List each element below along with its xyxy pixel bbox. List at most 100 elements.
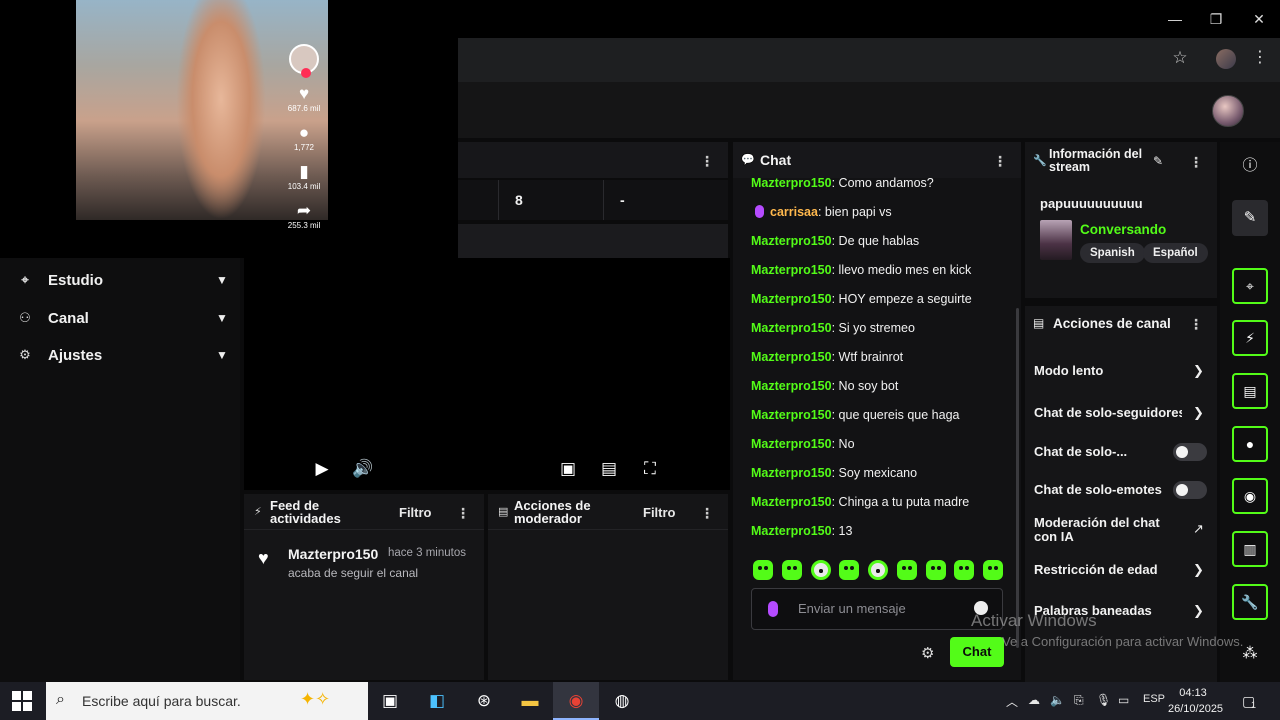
chrome-taskbar-button[interactable]: ◉ (553, 682, 599, 720)
chat-username[interactable]: carrisaa (770, 205, 818, 219)
tray-chevron-icon[interactable]: ︿ (1006, 693, 1018, 710)
emote-icon[interactable] (753, 560, 773, 580)
subs-only-toggle[interactable] (1173, 443, 1207, 461)
bolt-icon[interactable]: ⚡ (1232, 320, 1268, 356)
feed-event-user[interactable]: Mazterpro150 (288, 546, 378, 562)
chat-scrollbar[interactable] (1016, 308, 1019, 648)
file-explorer-icon[interactable]: ▬ (518, 689, 542, 713)
emote-icon[interactable] (896, 560, 917, 580)
browser-address-bar[interactable] (458, 38, 1280, 82)
bookmark-star-icon[interactable]: ☆ (1170, 48, 1190, 68)
url-field[interactable] (458, 44, 1158, 76)
moderator-filter-button[interactable]: Filtro (643, 505, 676, 520)
action-modo-lento[interactable]: Modo lento (1034, 364, 1209, 378)
chatgpt-icon[interactable]: ⊛ (472, 689, 496, 713)
emote-icon[interactable] (983, 560, 1003, 580)
obs-icon[interactable]: ◍ (610, 689, 634, 713)
share-icon: ➦ (296, 201, 312, 220)
layout-icon[interactable]: ▥ (1232, 531, 1268, 567)
minimize-button[interactable]: — (1163, 8, 1187, 30)
chevron-down-icon: ▼ (216, 273, 228, 287)
stream-tag[interactable]: Español (1143, 243, 1208, 263)
chevron-right-icon[interactable]: ❯ (1193, 562, 1204, 578)
browser-profile-avatar[interactable] (1216, 49, 1236, 69)
chat-username[interactable]: Mazterpro150 (751, 234, 832, 248)
chevron-right-icon[interactable]: ❯ (1193, 405, 1204, 421)
chat-bubble-icon: 💬 (741, 154, 755, 166)
moderator-menu-icon[interactable]: ⋮ (700, 505, 714, 521)
feed-filter-button[interactable]: Filtro (399, 505, 432, 520)
edit-pencil-icon[interactable]: ✎ (1153, 154, 1163, 168)
speaker-icon[interactable]: 🔈 (1050, 693, 1065, 707)
feed-menu-icon[interactable]: ⋮ (456, 505, 470, 521)
chat-username[interactable]: Mazterpro150 (751, 524, 832, 538)
action-age-restriction[interactable]: Restricción de edad (1034, 563, 1209, 577)
chat-menu-icon[interactable]: ⋮ (993, 153, 1007, 169)
sidebar-item-canal[interactable]: ⚇ Canal ▼ (18, 305, 230, 331)
chat-username[interactable]: Mazterpro150 (751, 437, 832, 451)
mic-icon[interactable] (768, 601, 778, 617)
chat-username[interactable]: Mazterpro150 (751, 176, 832, 190)
stats-menu-icon[interactable]: ⋮ (700, 153, 714, 169)
creator-avatar (289, 44, 319, 78)
channel-actions-menu-icon[interactable]: ⋮ (1189, 316, 1203, 332)
stream-tag[interactable]: Spanish (1080, 243, 1145, 263)
emote-icon[interactable] (925, 560, 946, 580)
emote-icon[interactable] (781, 560, 802, 580)
document-icon[interactable]: ▤ (1232, 373, 1268, 409)
chat-username[interactable]: Mazterpro150 (751, 350, 832, 364)
external-link-icon[interactable]: ↗ (1193, 521, 1204, 537)
close-window-button[interactable]: ✕ (1247, 8, 1271, 30)
chat-username[interactable]: Mazterpro150 (751, 495, 832, 509)
emote-icon[interactable] (810, 560, 831, 580)
emote-icon[interactable] (839, 560, 860, 580)
emotes-only-toggle[interactable] (1173, 481, 1207, 499)
focus-icon[interactable]: ⌖ (1232, 268, 1268, 304)
sidebar-item-estudio[interactable]: ⌖ Estudio ▼ (18, 267, 230, 293)
wrench-icon[interactable]: 🔧 (1232, 584, 1268, 620)
chat-settings-icon[interactable]: ⚙ (921, 644, 934, 662)
task-view-icon[interactable]: ▣ (378, 689, 402, 713)
chat-username[interactable]: Mazterpro150 (751, 408, 832, 422)
send-chat-button[interactable]: Chat (950, 637, 1004, 667)
chat-username[interactable]: Mazterpro150 (751, 263, 832, 277)
edit-pencil-icon[interactable]: ✎ (1232, 200, 1268, 236)
chat-username[interactable]: Mazterpro150 (751, 379, 832, 393)
emote-icon[interactable] (954, 560, 975, 580)
broadcast-icon[interactable]: ◉ (1232, 478, 1268, 514)
network-icon[interactable]: ▭ (1118, 693, 1129, 707)
chat-username[interactable]: Mazterpro150 (751, 466, 832, 480)
mic-icon[interactable]: 🎙 (1096, 693, 1111, 707)
windows-start-icon[interactable] (12, 691, 32, 711)
action-ai-moderation[interactable]: Moderación del chat con IA (1034, 516, 1174, 544)
chevron-right-icon[interactable]: ❯ (1193, 363, 1204, 379)
stats-row: 8 - (458, 180, 728, 220)
stream-category[interactable]: Conversando (1080, 222, 1166, 237)
chevron-right-icon[interactable]: ❯ (1193, 603, 1204, 619)
chevron-down-icon: ▼ (216, 348, 228, 362)
usb-icon[interactable]: ⎘ (1074, 693, 1084, 708)
chat-username[interactable]: Mazterpro150 (751, 321, 832, 335)
play-icon[interactable]: ▶ (311, 458, 333, 480)
taskbar-search-box[interactable]: ⌕ Escribe aquí para buscar. ✦✧ (46, 682, 368, 720)
volume-icon[interactable]: 🔊 (352, 458, 374, 480)
chat-input[interactable]: Enviar un mensaje (751, 588, 1003, 630)
taskbar-clock[interactable]: 04:13 26/10/2025 (1168, 685, 1223, 717)
fullscreen-icon[interactable]: ⛶ (639, 458, 661, 480)
maximize-button[interactable]: ❐ (1204, 8, 1228, 30)
action-followers-only-chat[interactable]: Chat de solo-seguidores (1034, 406, 1182, 420)
store-icon[interactable]: ◧ (425, 689, 449, 713)
stream-preview[interactable] (244, 258, 730, 490)
miniplayer-icon[interactable]: ▣ (557, 458, 579, 480)
chat-bubble-icon[interactable]: ● (1232, 426, 1268, 462)
user-avatar[interactable] (1212, 95, 1244, 127)
browser-menu-icon[interactable]: ⋮ (1252, 48, 1268, 68)
chat-username[interactable]: Mazterpro150 (751, 292, 832, 306)
onedrive-icon[interactable]: ☁ (1028, 693, 1040, 707)
language-indicator[interactable]: ESP (1143, 693, 1165, 705)
stream-info-menu-icon[interactable]: ⋮ (1189, 154, 1203, 170)
emote-icon[interactable] (868, 560, 888, 580)
sidebar-item-ajustes[interactable]: ⚙ Ajustes ▼ (18, 342, 230, 368)
theater-mode-icon[interactable]: ▤ (598, 458, 620, 480)
info-icon[interactable]: ⓘ (1232, 148, 1268, 184)
